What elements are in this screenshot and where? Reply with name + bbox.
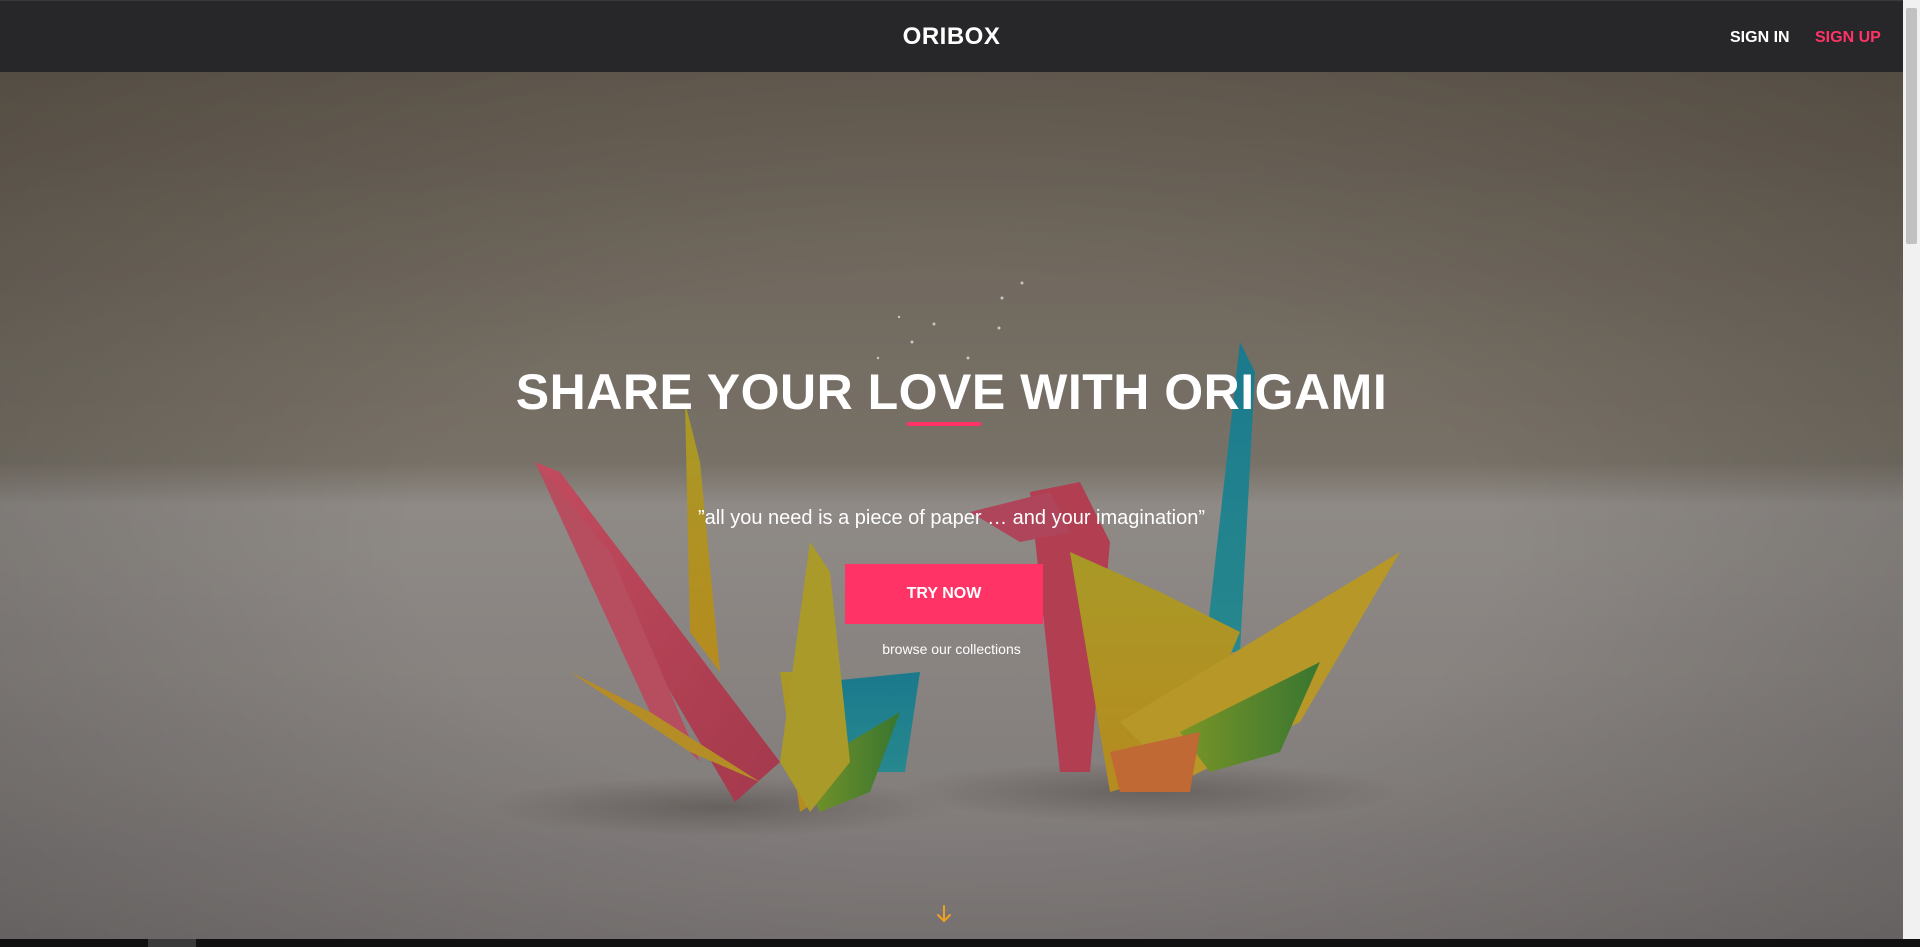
page: ORIBOX SIGN IN SIGN UP SHARE YOUR LOVE W… <box>0 0 1903 939</box>
sign-in-link[interactable]: SIGN IN <box>1730 28 1790 48</box>
headline-underline <box>907 422 981 426</box>
bottom-tab <box>148 939 196 947</box>
sign-up-link[interactable]: SIGN UP <box>1815 28 1881 48</box>
try-now-button[interactable]: TRY NOW <box>845 564 1043 624</box>
arrow-down-icon[interactable] <box>932 902 956 926</box>
hero-headline: SHARE YOUR LOVE WITH ORIGAMI <box>515 364 1388 420</box>
browse-collections-link: browse our collections <box>0 640 1903 658</box>
scrollbar-thumb[interactable] <box>1906 8 1917 244</box>
hero-section: SHARE YOUR LOVE WITH ORIGAMI ”all you ne… <box>0 72 1903 939</box>
hero-tagline: ”all you need is a piece of paper … and … <box>698 507 1205 529</box>
browse-collections-label[interactable]: browse our collections <box>882 641 1021 657</box>
bottom-strip <box>0 939 1920 947</box>
top-navbar: ORIBOX SIGN IN SIGN UP <box>0 0 1903 72</box>
brand-logo[interactable]: ORIBOX <box>0 23 1903 51</box>
vertical-scrollbar[interactable] <box>1903 0 1920 939</box>
